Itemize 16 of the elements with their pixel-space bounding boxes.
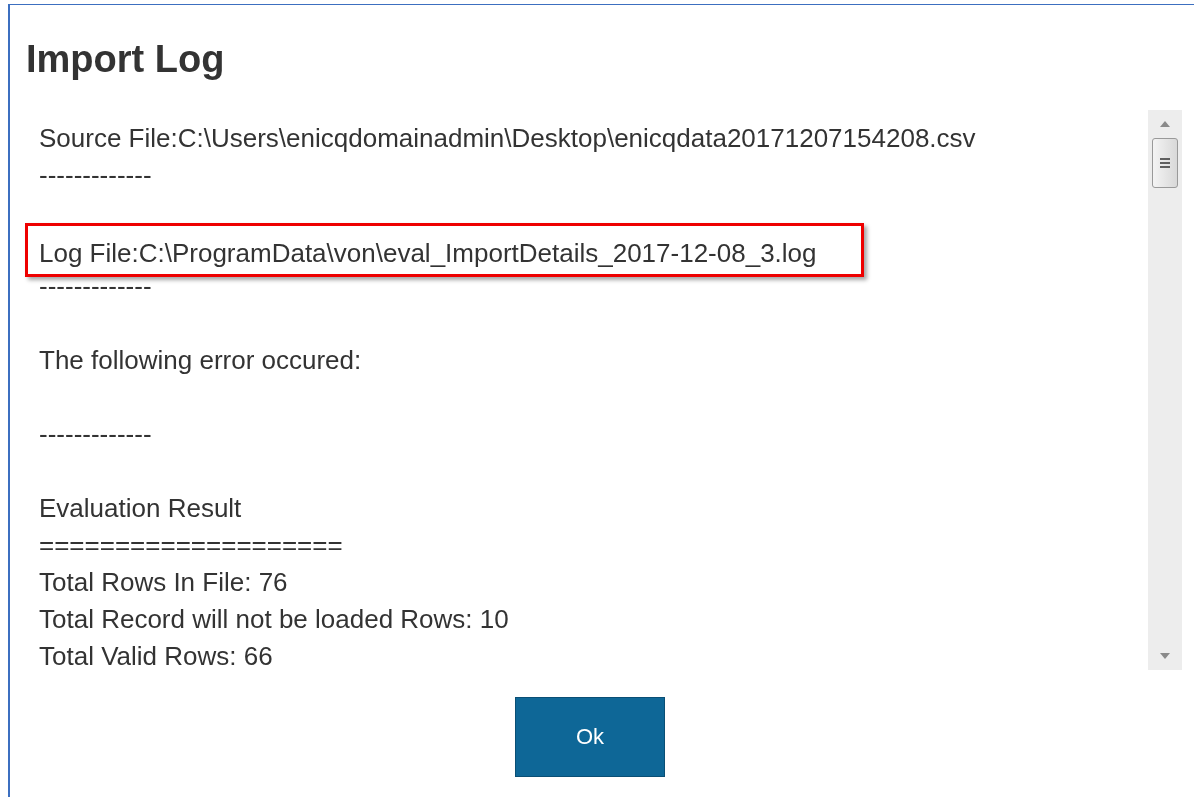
- log-line: Total Record will not be loaded Rows: 10: [39, 603, 509, 636]
- log-line: -------------: [39, 418, 152, 451]
- scrollbar[interactable]: [1148, 110, 1182, 670]
- scroll-down-icon[interactable]: [1159, 652, 1171, 660]
- log-line: Source File:C:\Users\enicqdomainadmin\Desktop\enicqdata20171207154208.csv: [39, 122, 976, 155]
- log-line: Evaluation Result: [39, 492, 242, 525]
- dialog-title: Import Log: [26, 37, 226, 82]
- scroll-up-icon[interactable]: [1159, 120, 1171, 128]
- log-line: -------------: [39, 159, 152, 192]
- log-line: The following error occured:: [39, 344, 362, 377]
- grip-icon: [1159, 157, 1171, 169]
- log-line: ====================: [39, 529, 343, 562]
- log-line: Total Valid Rows: 66: [39, 640, 273, 673]
- ok-button[interactable]: Ok: [515, 697, 665, 777]
- log-line: Total Rows In File: 76: [39, 566, 288, 599]
- scroll-thumb[interactable]: [1152, 138, 1178, 188]
